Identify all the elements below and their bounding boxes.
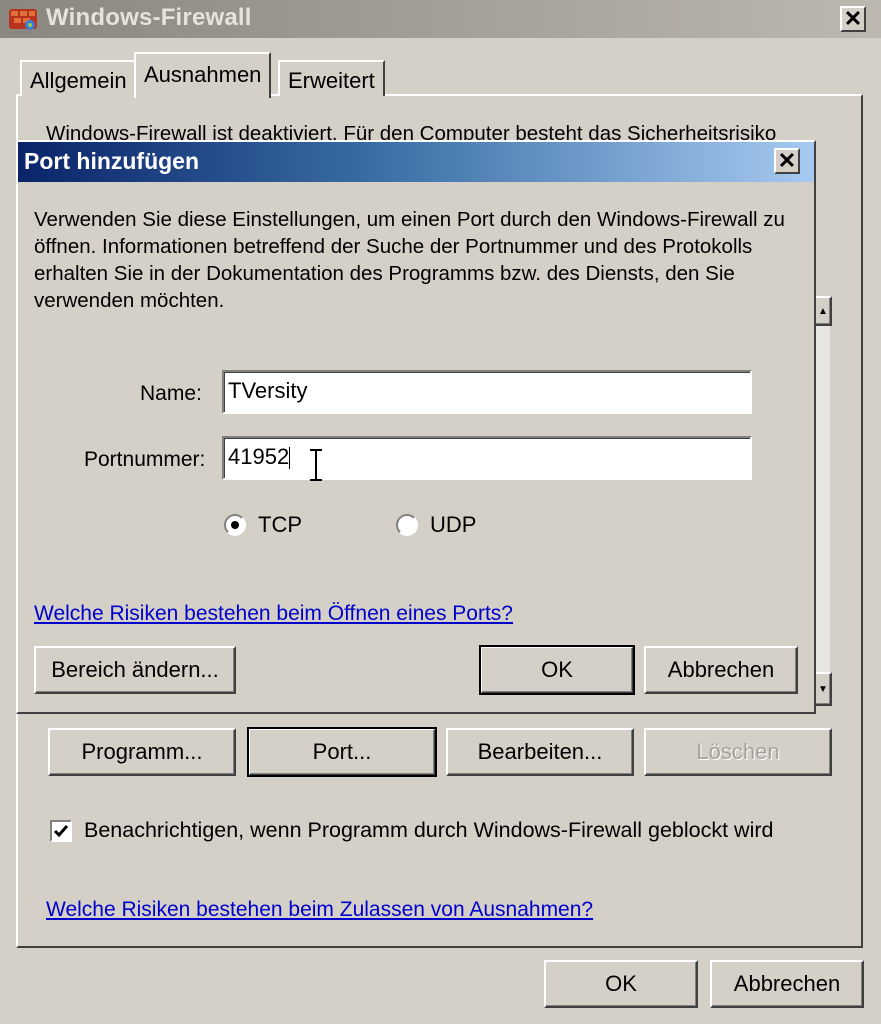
scroll-up-button[interactable]: ▲ xyxy=(814,296,832,326)
notify-label: Benachrichtigen, wenn Programm durch Win… xyxy=(84,818,774,842)
close-icon: ✕ xyxy=(777,148,797,173)
add-port-button[interactable]: Port... xyxy=(247,727,437,777)
chevron-down-icon: ▼ xyxy=(818,683,828,695)
port-risk-link[interactable]: Welche Risiken bestehen beim Öffnen eine… xyxy=(34,602,513,626)
tcp-radio[interactable] xyxy=(224,514,246,536)
text-caret xyxy=(289,447,291,470)
tcp-label: TCP xyxy=(258,512,302,537)
port-number-value: 41952 xyxy=(228,444,290,469)
tab-label: Erweitert xyxy=(288,68,375,93)
exceptions-list-scrollbar[interactable] xyxy=(814,296,830,706)
name-label: Name: xyxy=(140,382,202,405)
tab-ausnahmen[interactable]: Ausnahmen xyxy=(134,52,272,98)
dialog-title: Port hinzufügen xyxy=(24,148,200,174)
name-value: TVersity xyxy=(228,378,308,403)
radio-selected-dot xyxy=(231,521,239,529)
notify-checkbox[interactable] xyxy=(50,820,72,842)
scroll-down-button[interactable]: ▼ xyxy=(814,672,832,706)
add-program-button[interactable]: Programm... xyxy=(48,728,236,776)
tab-label: Allgemein xyxy=(30,68,127,93)
dialog-description: Verwenden Sie diese Einstellungen, um ei… xyxy=(34,208,785,312)
udp-label: UDP xyxy=(430,512,477,537)
firewall-icon xyxy=(8,6,38,32)
window-title: Windows-Firewall xyxy=(46,4,252,31)
exceptions-risk-link[interactable]: Welche Risiken bestehen beim Zulassen vo… xyxy=(46,898,593,922)
change-scope-button[interactable]: Bereich ändern... xyxy=(34,646,236,694)
port-number-field[interactable]: 41952 xyxy=(222,436,752,480)
window-close-button[interactable]: ✕ xyxy=(840,6,866,32)
checkmark-icon xyxy=(53,825,69,838)
edit-button[interactable]: Bearbeiten... xyxy=(446,728,634,776)
tab-allgemein[interactable]: Allgemein xyxy=(20,60,137,96)
delete-button[interactable]: Löschen xyxy=(644,728,832,776)
udp-radio[interactable] xyxy=(396,514,418,536)
name-field[interactable]: TVersity xyxy=(222,370,752,414)
dialog-cancel-button[interactable]: Abbrechen xyxy=(644,646,798,694)
chevron-up-icon: ▲ xyxy=(818,305,828,317)
dialog-close-button[interactable]: ✕ xyxy=(774,148,800,174)
close-icon: ✕ xyxy=(843,6,863,31)
main-ok-button[interactable]: OK xyxy=(544,960,698,1008)
tab-label: Ausnahmen xyxy=(144,62,262,87)
port-number-label: Portnummer: xyxy=(84,448,206,471)
main-cancel-button[interactable]: Abbrechen xyxy=(710,960,864,1008)
ibeam-cursor-icon xyxy=(306,448,326,487)
dialog-ok-button[interactable]: OK xyxy=(479,645,635,695)
tab-erweitert[interactable]: Erweitert xyxy=(278,60,385,96)
